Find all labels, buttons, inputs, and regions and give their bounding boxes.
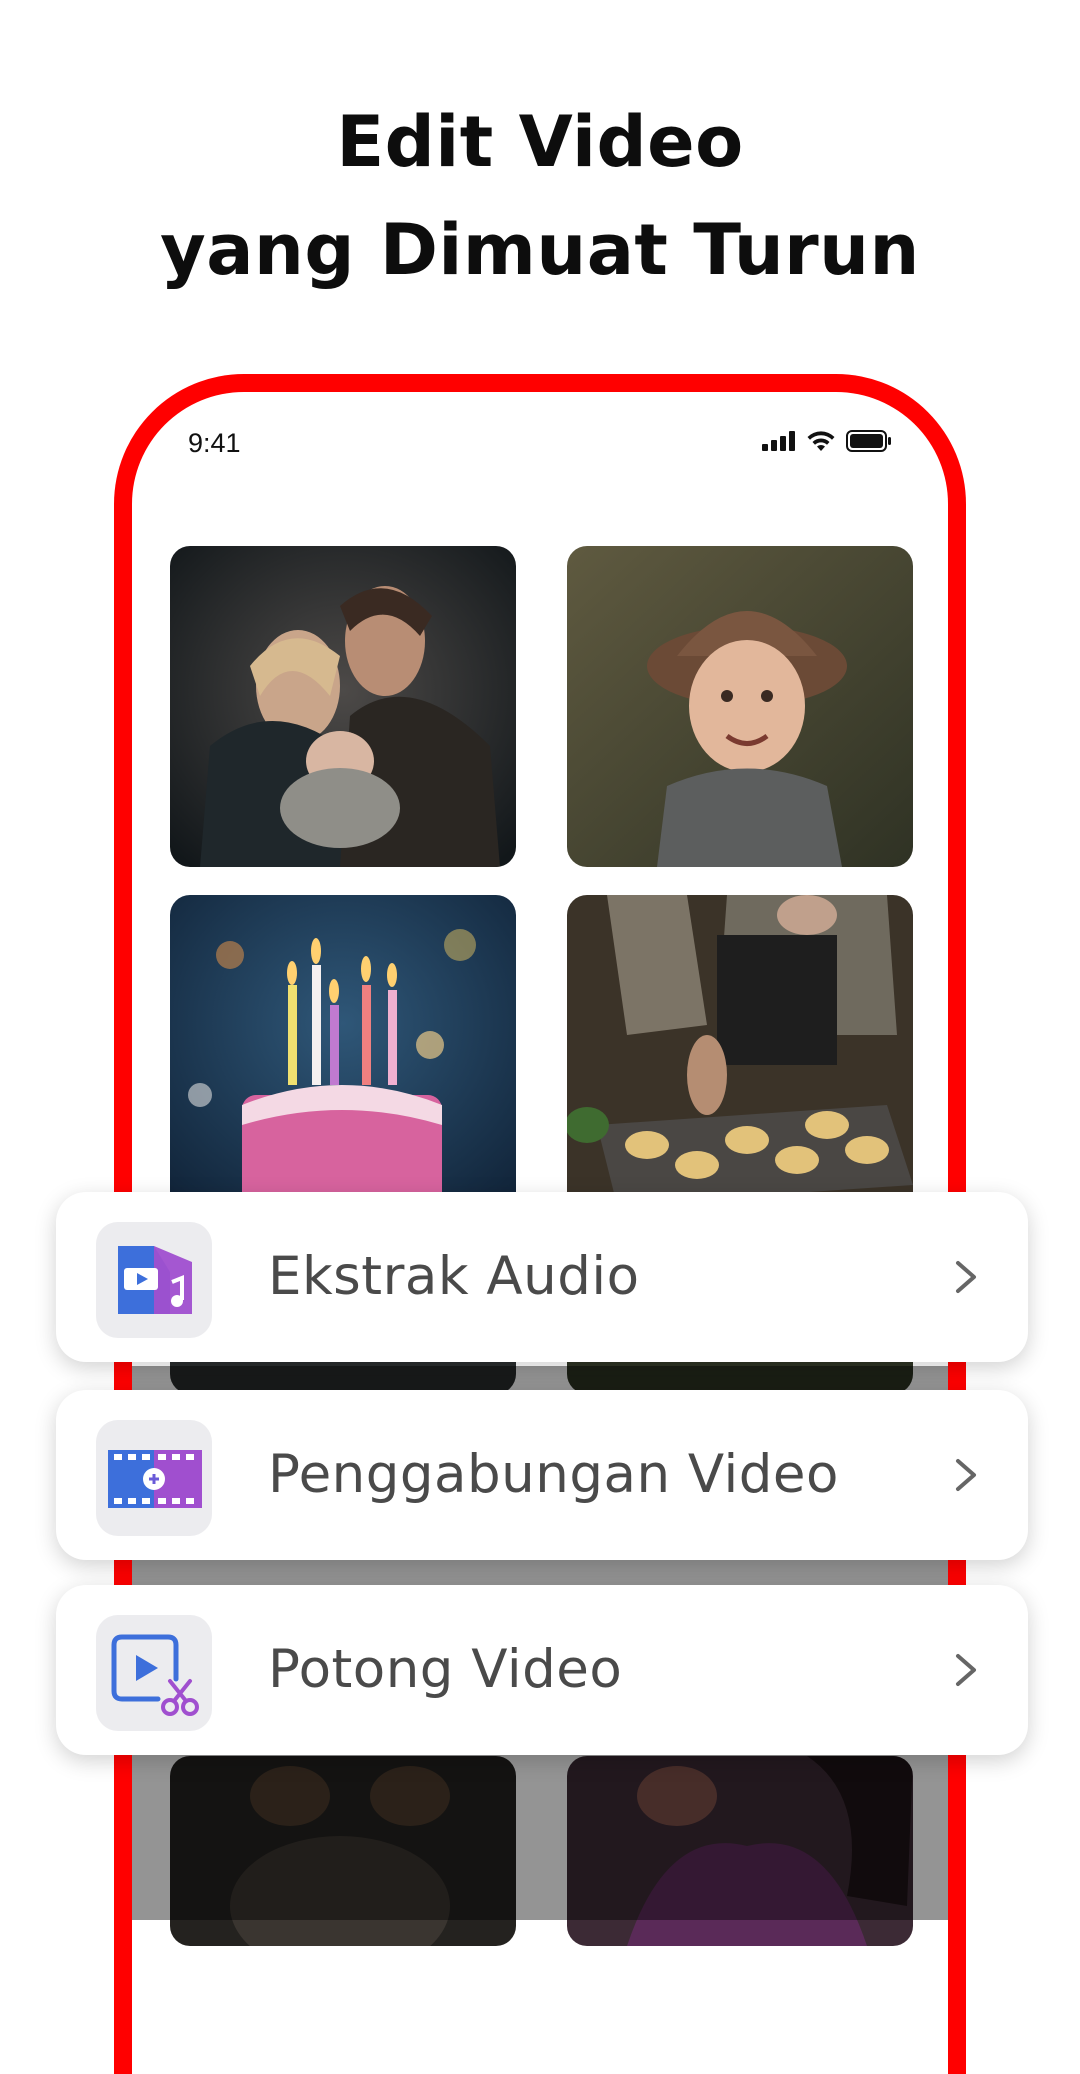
battery-icon xyxy=(846,430,891,452)
headline: Edit Video yang Dimuat Turun xyxy=(0,88,1080,304)
status-bar: 9:41 xyxy=(132,392,948,472)
status-time: 9:41 xyxy=(188,428,241,458)
feature-icon-box xyxy=(96,1222,212,1338)
feature-card-cut-video[interactable]: Potong Video xyxy=(56,1585,1028,1755)
wifi-icon xyxy=(807,431,835,451)
feature-label: Potong Video xyxy=(268,1639,623,1700)
chevron-right-icon xyxy=(956,1654,976,1686)
gallery-thumbnail-family[interactable] xyxy=(170,546,516,867)
chevron-right-icon xyxy=(956,1261,976,1293)
feature-icon-box xyxy=(96,1420,212,1536)
cut-video-icon xyxy=(111,1634,199,1716)
feature-label: Ekstrak Audio xyxy=(268,1246,640,1307)
feature-label: Penggabungan Video xyxy=(268,1444,839,1505)
headline-line-1: Edit Video xyxy=(336,101,744,183)
family-photo xyxy=(170,546,516,867)
gallery-thumbnail-child[interactable] xyxy=(567,546,913,867)
feature-icon-box xyxy=(96,1615,212,1731)
headline-line-2: yang Dimuat Turun xyxy=(160,209,920,291)
chevron-right-icon xyxy=(956,1459,976,1491)
feature-card-extract-audio[interactable]: Ekstrak Audio xyxy=(56,1192,1028,1362)
feature-card-merge-video[interactable]: Penggabungan Video xyxy=(56,1390,1028,1560)
signal-icon xyxy=(762,431,795,451)
status-icons xyxy=(762,430,892,452)
extract-audio-icon xyxy=(118,1246,192,1314)
child-in-hat-photo xyxy=(567,546,913,867)
merge-video-icon xyxy=(108,1450,202,1508)
